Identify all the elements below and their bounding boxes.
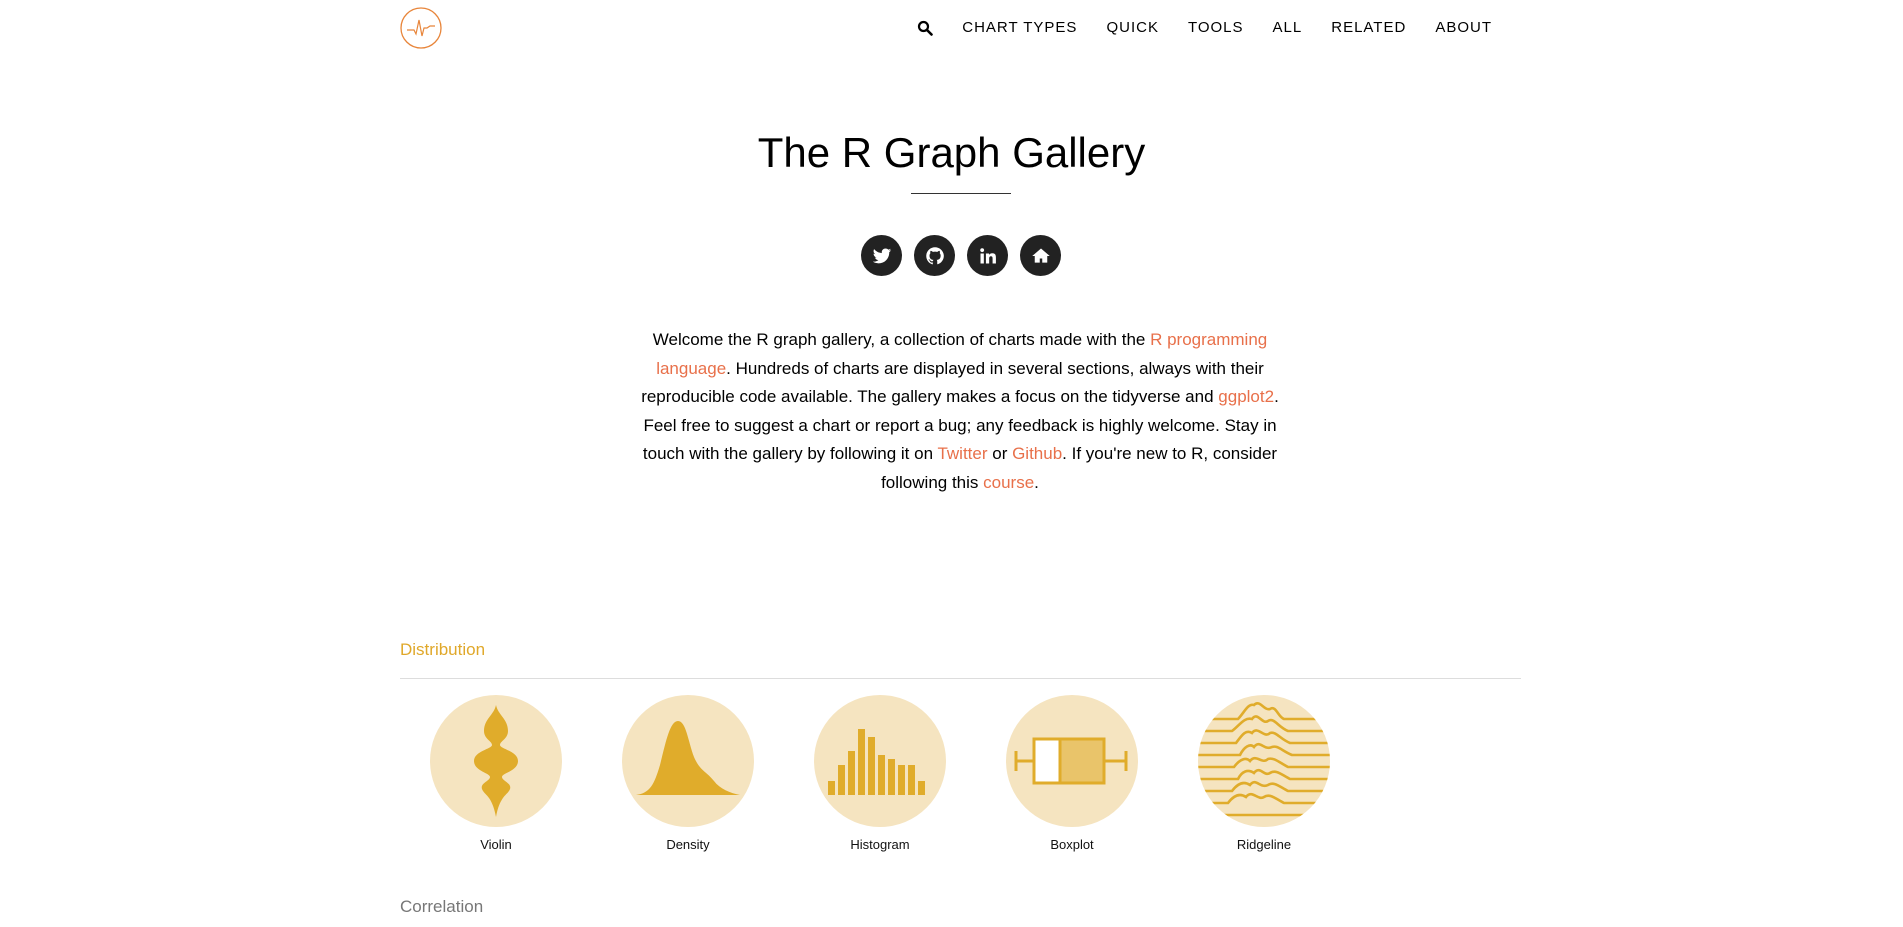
card-label-violin: Violin bbox=[480, 837, 512, 852]
link-course[interactable]: course bbox=[983, 473, 1034, 492]
twitter-icon bbox=[872, 248, 891, 263]
nav-tools[interactable]: TOOLS bbox=[1188, 18, 1244, 38]
nav-related[interactable]: RELATED bbox=[1331, 18, 1406, 38]
thumb-violin bbox=[430, 695, 562, 827]
nav-about[interactable]: ABOUT bbox=[1435, 18, 1492, 38]
intro-text-1: Welcome the R graph gallery, a collectio… bbox=[652, 330, 1151, 349]
link-twitter[interactable]: Twitter bbox=[937, 444, 987, 463]
histogram-icon bbox=[828, 729, 925, 795]
link-ggplot2[interactable]: ggplot2 bbox=[1218, 387, 1274, 406]
twitter-button[interactable] bbox=[861, 235, 902, 276]
card-density[interactable]: Density bbox=[592, 695, 784, 852]
link-github[interactable]: Github bbox=[1012, 444, 1062, 463]
page: CHART TYPES QUICK TOOLS ALL RELATED ABOU… bbox=[0, 0, 1903, 927]
github-button[interactable] bbox=[914, 235, 955, 276]
section-divider bbox=[400, 678, 1521, 679]
nav-quick[interactable]: QUICK bbox=[1106, 18, 1159, 38]
distribution-cards: Violin Density Histogram Boxplot Ridgeli… bbox=[400, 695, 1360, 852]
card-boxplot[interactable]: Boxplot bbox=[976, 695, 1168, 852]
github-icon bbox=[925, 246, 944, 264]
intro-text-2: . Hundreds of charts are displayed in se… bbox=[641, 358, 1264, 407]
home-icon bbox=[1031, 248, 1050, 263]
thumb-histogram bbox=[814, 695, 946, 827]
section-title-correlation[interactable]: Correlation bbox=[400, 897, 483, 917]
boxplot-icon bbox=[1014, 737, 1128, 785]
title-divider bbox=[911, 193, 1011, 194]
main-nav: CHART TYPES QUICK TOOLS ALL RELATED ABOU… bbox=[917, 18, 1492, 38]
nav-chart-types[interactable]: CHART TYPES bbox=[962, 18, 1077, 38]
card-violin[interactable]: Violin bbox=[400, 695, 592, 852]
pulse-logo-icon[interactable] bbox=[400, 7, 442, 49]
thumb-density bbox=[622, 695, 754, 827]
section-title-distribution[interactable]: Distribution bbox=[400, 640, 485, 660]
violin-icon bbox=[474, 705, 518, 817]
card-ridgeline[interactable]: Ridgeline bbox=[1168, 695, 1360, 852]
card-label-boxplot: Boxplot bbox=[1050, 837, 1094, 852]
page-title: The R Graph Gallery bbox=[757, 129, 1146, 176]
card-histogram[interactable]: Histogram bbox=[784, 695, 976, 852]
search-icon[interactable] bbox=[917, 20, 934, 36]
intro-text-4: or bbox=[987, 444, 1013, 463]
card-label-density: Density bbox=[666, 837, 710, 852]
thumb-boxplot bbox=[1006, 695, 1138, 827]
card-label-ridgeline: Ridgeline bbox=[1236, 837, 1292, 852]
density-icon bbox=[636, 721, 740, 795]
nav-all[interactable]: ALL bbox=[1273, 18, 1303, 38]
linkedin-icon bbox=[979, 247, 996, 263]
intro-paragraph: Welcome the R graph gallery, a collectio… bbox=[636, 326, 1284, 497]
intro-text-6: . bbox=[1034, 472, 1039, 492]
social-links bbox=[861, 235, 1061, 276]
ridgeline-icon bbox=[1198, 702, 1330, 817]
thumb-ridgeline bbox=[1198, 695, 1330, 827]
linkedin-button[interactable] bbox=[967, 235, 1008, 276]
card-label-histogram: Histogram bbox=[850, 837, 910, 852]
home-button[interactable] bbox=[1020, 235, 1061, 276]
